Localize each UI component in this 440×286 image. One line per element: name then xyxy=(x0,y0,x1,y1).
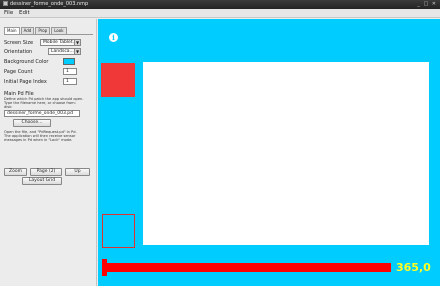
tab-prop[interactable]: Prop xyxy=(35,27,51,34)
slider-handle[interactable] xyxy=(102,259,107,276)
main-pd-help-2: Type the filename here, or choose from: xyxy=(4,101,76,105)
slider-value: 365,0 xyxy=(396,261,431,274)
design-canvas[interactable]: i 365,0 xyxy=(98,19,440,286)
orientation-value: Landsca... xyxy=(51,49,74,54)
background-color-swatch[interactable] xyxy=(63,58,75,65)
window-controls[interactable]: _ □ ✕ xyxy=(417,0,437,9)
layout-grid-button[interactable]: Layout Grid xyxy=(22,177,62,185)
orientation-select[interactable]: Landsca... ▼ xyxy=(48,48,81,55)
app-window: dessiner_forme_onde_003.nmp _ □ ✕ File E… xyxy=(0,0,440,286)
main-pd-note-3: messages in Pd when in "Lock" mode. xyxy=(4,138,73,142)
background-color-label: Background Color xyxy=(4,59,49,65)
initial-page-label: Initial Page Index xyxy=(4,79,47,85)
chevron-down-icon: ▼ xyxy=(74,40,80,45)
up-button[interactable]: Up xyxy=(65,168,90,176)
tab-look[interactable]: Look xyxy=(51,27,67,34)
page-count-field[interactable]: 1 xyxy=(63,68,77,75)
menu-file[interactable]: File xyxy=(4,10,13,16)
tab-add[interactable]: Add xyxy=(20,27,35,34)
main-pd-help-3: disk: xyxy=(4,105,13,109)
main-pd-filename-field[interactable]: dessiner_forme_onde_003.pd xyxy=(4,110,80,117)
screen-size-label: Screen Size xyxy=(4,40,34,46)
page-area[interactable] xyxy=(143,62,429,245)
chevron-down-icon: ▼ xyxy=(74,49,80,54)
orientation-label: Orientation xyxy=(4,49,33,55)
choose-file-button[interactable]: Choose... xyxy=(13,119,51,127)
screen-size-select[interactable]: Mobile Tablet... ▼ xyxy=(40,39,81,46)
menu-edit[interactable]: Edit xyxy=(19,10,30,16)
initial-page-field[interactable]: 1 xyxy=(63,78,77,85)
horizontal-slider-track[interactable] xyxy=(103,263,391,272)
info-icon[interactable]: i xyxy=(109,33,118,42)
properties-panel: Main Add Prop Look Screen Size Mobile Ta… xyxy=(0,19,97,286)
page-button[interactable]: Page (2) xyxy=(30,168,62,176)
red-square-widget[interactable] xyxy=(101,63,135,97)
menu-bar: File Edit xyxy=(0,9,440,18)
page-count-label: Page Count xyxy=(4,69,33,75)
page-thumbnail[interactable] xyxy=(102,214,135,248)
window-title: dessiner_forme_onde_003.nmp xyxy=(10,1,89,7)
app-icon xyxy=(3,1,8,6)
tab-divider xyxy=(4,34,93,35)
screen-size-value: Mobile Tablet... xyxy=(43,40,77,45)
title-bar: dessiner_forme_onde_003.nmp _ □ ✕ xyxy=(0,0,440,9)
zoom-button[interactable]: Zoom xyxy=(4,168,27,176)
tab-main[interactable]: Main xyxy=(4,27,20,34)
